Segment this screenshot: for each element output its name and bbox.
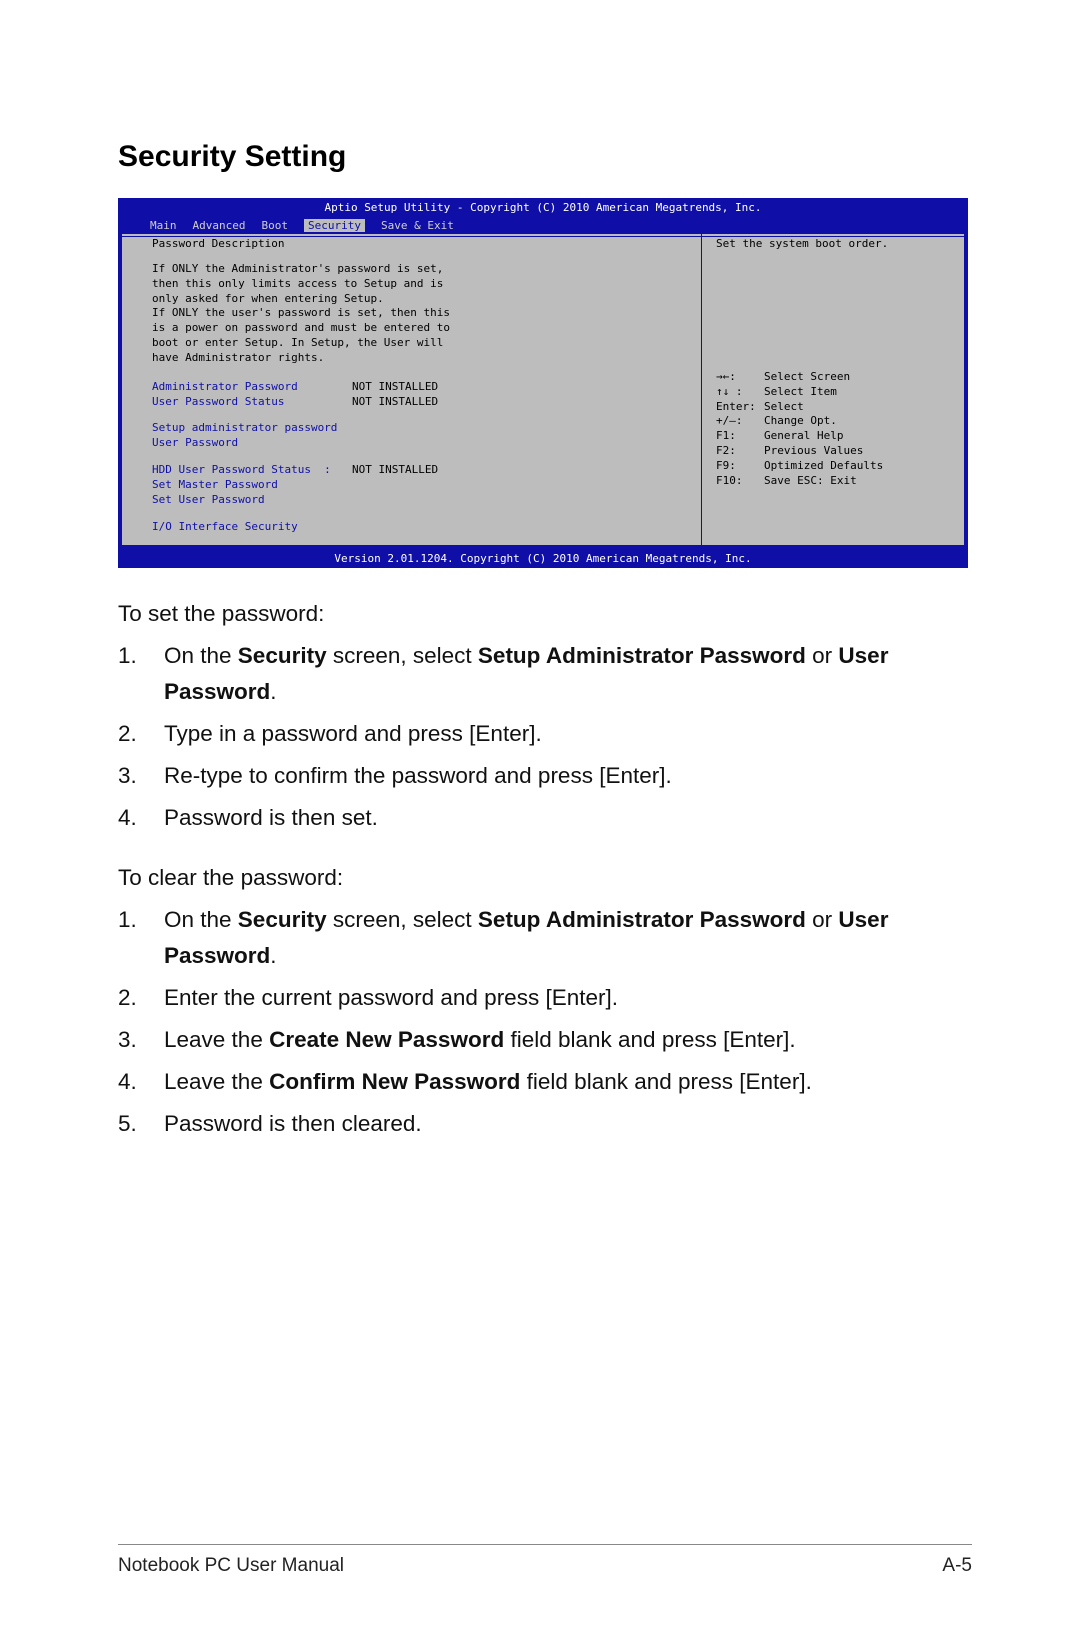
bios-field-user-password[interactable]: User Password bbox=[152, 436, 681, 451]
bios-help-text: Set the system boot order. bbox=[716, 237, 952, 252]
instructions-set-password: To set the password: 1. On the Security … bbox=[118, 596, 972, 1142]
list-item: 2.Type in a password and press [Enter]. bbox=[118, 716, 972, 752]
bios-field-setup-admin-password[interactable]: Setup administrator password bbox=[152, 421, 681, 436]
clear-password-intro: To clear the password: bbox=[118, 860, 972, 896]
bios-section-header: Password Description bbox=[152, 237, 681, 252]
bios-left-pane: Password Description If ONLY the Adminis… bbox=[122, 234, 702, 545]
bios-desc-line: is a power on password and must be enter… bbox=[152, 321, 681, 336]
bios-menu-save-exit[interactable]: Save & Exit bbox=[381, 219, 454, 232]
bios-title-bar: Aptio Setup Utility - Copyright (C) 2010… bbox=[118, 198, 968, 217]
page: Security Setting Aptio Setup Utility - C… bbox=[0, 0, 1080, 1627]
bios-menu-advanced[interactable]: Advanced bbox=[193, 219, 246, 232]
list-item: 2.Enter the current password and press [… bbox=[118, 980, 972, 1016]
bios-field-set-user-password[interactable]: Set User Password bbox=[152, 493, 681, 508]
page-heading: Security Setting bbox=[118, 140, 972, 174]
list-item: 1. On the Security screen, select Setup … bbox=[118, 638, 972, 710]
list-item: 4.Password is then set. bbox=[118, 800, 972, 836]
bios-footer: Version 2.01.1204. Copyright (C) 2010 Am… bbox=[118, 549, 968, 568]
footer-left: Notebook PC User Manual bbox=[118, 1555, 344, 1577]
set-password-intro: To set the password: bbox=[118, 596, 972, 632]
list-item: 3.Re-type to confirm the password and pr… bbox=[118, 758, 972, 794]
bios-desc-line: have Administrator rights. bbox=[152, 351, 681, 366]
bios-menu-main[interactable]: Main bbox=[150, 219, 177, 232]
bios-desc-line: only asked for when entering Setup. bbox=[152, 292, 681, 307]
bios-desc-line: If ONLY the Administrator's password is … bbox=[152, 262, 681, 277]
bios-field-set-master-password[interactable]: Set Master Password bbox=[152, 478, 681, 493]
page-footer: Notebook PC User Manual A-5 bbox=[118, 1555, 972, 1577]
bios-screenshot: Aptio Setup Utility - Copyright (C) 2010… bbox=[118, 198, 968, 568]
bios-desc-line: If ONLY the user's password is set, then… bbox=[152, 306, 681, 321]
bios-menu-bar: Main Advanced Boot Security Save & Exit bbox=[118, 217, 968, 234]
bios-menu-security[interactable]: Security bbox=[304, 219, 365, 232]
bios-field-io-interface-security[interactable]: I/O Interface Security bbox=[152, 520, 681, 535]
bios-desc-line: boot or enter Setup. In Setup, the User … bbox=[152, 336, 681, 351]
bios-field-admin-password[interactable]: Administrator PasswordNOT INSTALLED bbox=[152, 380, 681, 395]
list-item: 5.Password is then cleared. bbox=[118, 1106, 972, 1142]
bios-field-hdd-user-password-status[interactable]: HDD User Password Status :NOT INSTALLED bbox=[152, 463, 681, 478]
bios-body: Password Description If ONLY the Adminis… bbox=[118, 234, 968, 549]
list-item: 4. Leave the Confirm New Password field … bbox=[118, 1064, 972, 1100]
footer-rule bbox=[118, 1544, 972, 1545]
list-item: 3. Leave the Create New Password field b… bbox=[118, 1022, 972, 1058]
bios-menu-boot[interactable]: Boot bbox=[261, 219, 288, 232]
list-item: 1. On the Security screen, select Setup … bbox=[118, 902, 972, 974]
bios-right-pane: Set the system boot order. →←:Select Scr… bbox=[702, 234, 964, 545]
bios-desc-line: then this only limits access to Setup an… bbox=[152, 277, 681, 292]
bios-key-help: →←:Select Screen ↑↓ :Select Item Enter:S… bbox=[716, 370, 952, 489]
bios-field-user-password-status[interactable]: User Password StatusNOT INSTALLED bbox=[152, 395, 681, 410]
set-password-steps: 1. On the Security screen, select Setup … bbox=[118, 638, 972, 836]
clear-password-steps: 1. On the Security screen, select Setup … bbox=[118, 902, 972, 1142]
footer-right: A-5 bbox=[942, 1555, 972, 1577]
